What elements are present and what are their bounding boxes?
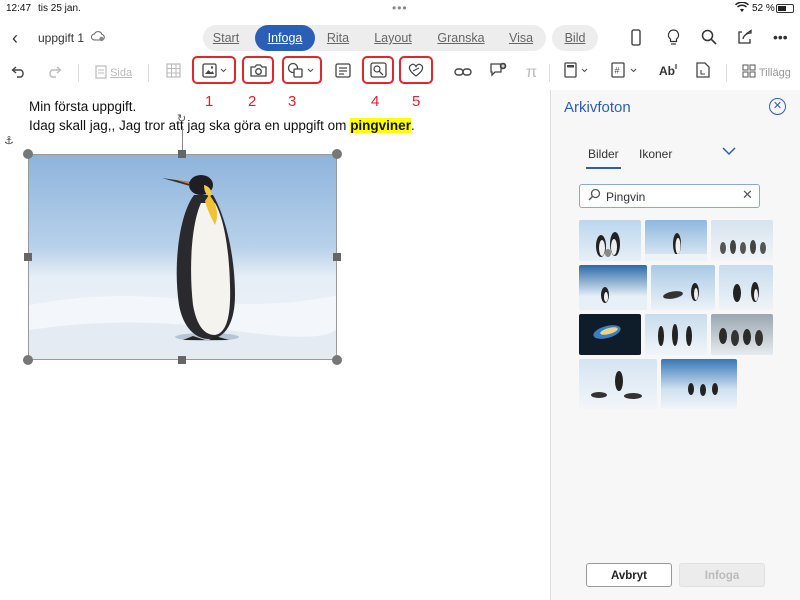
resize-handle-bottom[interactable] bbox=[178, 356, 186, 364]
status-date: tis 25 jan. bbox=[38, 3, 81, 14]
stock-thumbnail[interactable] bbox=[719, 265, 773, 310]
resize-handle-bottom-left[interactable] bbox=[23, 355, 33, 365]
ribbon-toolbar: Sida π # Ab Tillägg bbox=[0, 56, 800, 88]
rotate-handle-line bbox=[182, 126, 183, 152]
insert-file-icon[interactable] bbox=[696, 62, 710, 84]
cancel-button[interactable]: Avbryt bbox=[586, 563, 672, 587]
tab-layout[interactable]: Layout bbox=[367, 25, 419, 51]
page-label: Sida bbox=[110, 67, 133, 79]
line2-text: Idag skall jag,, Jag tror att jag ska gö… bbox=[29, 118, 351, 133]
tab-visa[interactable]: Visa bbox=[503, 25, 539, 51]
stock-thumbnail[interactable] bbox=[651, 265, 715, 310]
stock-thumbnail[interactable] bbox=[711, 314, 773, 355]
shapes-insert-button[interactable] bbox=[287, 62, 319, 84]
status-bar: 12:47 tis 25 jan. ••• 52 % bbox=[0, 0, 800, 18]
multitask-dots[interactable]: ••• bbox=[392, 1, 408, 15]
ribbon-divider bbox=[726, 64, 727, 82]
camera-icon[interactable] bbox=[250, 62, 267, 84]
tab-images[interactable]: Bilder bbox=[586, 147, 621, 169]
battery-icon bbox=[776, 4, 794, 13]
anchor-icon: ⚓ bbox=[4, 135, 14, 147]
document-line-2[interactable]: Idag skall jag,, Jag tror att jag ska gö… bbox=[29, 118, 415, 133]
icons-insert-icon[interactable] bbox=[407, 62, 425, 84]
resize-handle-left[interactable] bbox=[24, 253, 32, 261]
table-icon[interactable] bbox=[166, 62, 181, 84]
search-field[interactable]: ✕ bbox=[579, 184, 760, 208]
stock-thumbnail[interactable] bbox=[579, 359, 657, 409]
text-style-icon[interactable]: Ab bbox=[659, 62, 679, 84]
tab-start[interactable]: Start bbox=[203, 25, 249, 51]
ribbon-divider bbox=[148, 64, 149, 82]
tab-infoga[interactable]: Infoga bbox=[255, 25, 315, 51]
wifi-icon bbox=[734, 1, 750, 16]
lightbulb-icon[interactable] bbox=[667, 29, 680, 50]
line2-end: . bbox=[410, 118, 415, 133]
cloud-sync-icon[interactable] bbox=[91, 30, 105, 45]
back-icon[interactable]: ‹ bbox=[12, 28, 18, 49]
link-icon[interactable] bbox=[454, 62, 472, 84]
picture-insert-button[interactable] bbox=[202, 62, 228, 84]
addins-label: Tillägg bbox=[758, 67, 791, 79]
ribbon-divider bbox=[78, 64, 79, 82]
comment-add-icon[interactable] bbox=[489, 62, 507, 84]
tab-granska[interactable]: Granska bbox=[431, 25, 491, 51]
svg-text:#: # bbox=[615, 66, 620, 76]
highlighted-word: pingviner bbox=[350, 118, 411, 133]
resize-handle-bottom-right[interactable] bbox=[332, 355, 342, 365]
ribbon-divider bbox=[549, 64, 550, 82]
redo-icon[interactable] bbox=[46, 62, 62, 84]
resize-handle-top[interactable] bbox=[178, 150, 186, 158]
document-line-1[interactable]: Min första uppgift. bbox=[29, 99, 136, 114]
close-icon[interactable]: ✕ bbox=[769, 98, 786, 115]
insert-button[interactable]: Infoga bbox=[679, 563, 765, 587]
chevron-down-icon[interactable] bbox=[722, 143, 736, 159]
phone-view-icon[interactable] bbox=[631, 29, 641, 50]
stock-thumbnail[interactable] bbox=[579, 220, 641, 261]
stock-thumbnail[interactable] bbox=[579, 265, 647, 310]
resize-handle-right[interactable] bbox=[333, 253, 341, 261]
search-input[interactable] bbox=[606, 188, 736, 205]
tab-bild[interactable]: Bild bbox=[552, 25, 598, 51]
stock-thumbnail[interactable] bbox=[711, 220, 773, 261]
battery-percent: 52 % bbox=[752, 3, 775, 14]
penguin-image[interactable] bbox=[28, 154, 337, 360]
page-number-icon[interactable]: # bbox=[611, 62, 641, 84]
share-icon[interactable] bbox=[737, 29, 754, 49]
stock-thumbnail[interactable] bbox=[645, 220, 707, 261]
search-icon[interactable] bbox=[701, 29, 717, 49]
header-footer-icon[interactable] bbox=[564, 62, 592, 84]
search-icon bbox=[588, 188, 601, 204]
title-bar: ‹ uppgift 1 Start Infoga Rita Layout Gra… bbox=[0, 20, 800, 56]
document-canvas[interactable]: Min första uppgift. Idag skall jag,, Jag… bbox=[0, 90, 550, 600]
page-button[interactable]: Sida bbox=[95, 62, 132, 84]
document-title[interactable]: uppgift 1 bbox=[38, 31, 84, 45]
tab-rita[interactable]: Rita bbox=[321, 25, 355, 51]
undo-icon[interactable] bbox=[11, 62, 27, 84]
tab-icons[interactable]: Ikoner bbox=[639, 147, 672, 161]
rotate-handle-icon[interactable]: ↻ bbox=[177, 112, 186, 125]
text-box-icon[interactable] bbox=[335, 62, 351, 84]
addins-button[interactable]: Tillägg bbox=[742, 62, 798, 84]
stock-images-icon[interactable] bbox=[370, 62, 387, 84]
stock-thumbnail[interactable] bbox=[661, 359, 737, 409]
svg-text:Ab: Ab bbox=[659, 64, 675, 78]
stock-images-panel: Arkivfoton ✕ Bilder Ikoner ✕ bbox=[550, 90, 800, 600]
clear-search-icon[interactable]: ✕ bbox=[742, 187, 753, 203]
panel-title: Arkivfoton bbox=[564, 99, 631, 116]
ribbon-tabs: Start Infoga Rita Layout Granska Visa bbox=[203, 25, 546, 51]
status-time: 12:47 bbox=[6, 3, 32, 14]
resize-handle-top-right[interactable] bbox=[332, 149, 342, 159]
more-options-icon[interactable]: ••• bbox=[773, 29, 788, 45]
stock-thumbnail[interactable] bbox=[579, 314, 641, 355]
resize-handle-top-left[interactable] bbox=[23, 149, 33, 159]
equation-icon[interactable]: π bbox=[526, 62, 537, 84]
stock-thumbnail[interactable] bbox=[645, 314, 707, 355]
